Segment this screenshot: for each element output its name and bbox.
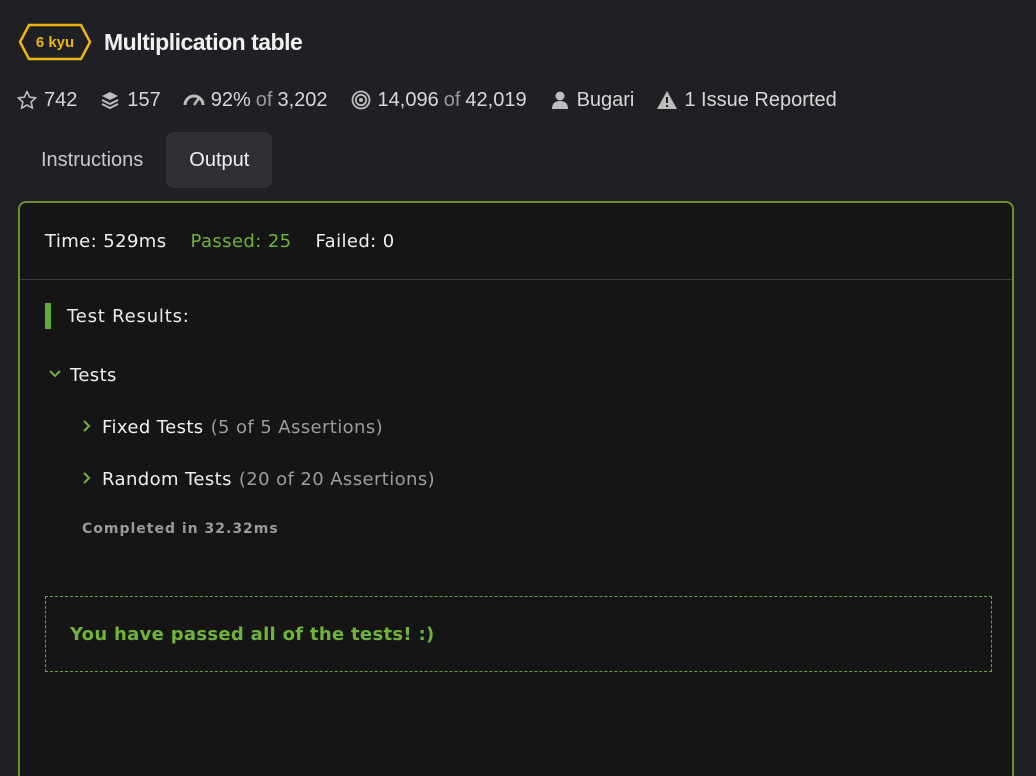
kata-title: Multiplication table [104, 28, 303, 55]
passed-label: Passed: 25 [190, 230, 292, 252]
satisfaction-stat: 92% of 3,202 [183, 89, 328, 112]
collections-count: 157 [127, 88, 161, 111]
warning-icon [656, 89, 678, 111]
collections-icon [99, 89, 121, 111]
pass-message-box: You have passed all of the tests! :) [45, 596, 992, 672]
target-icon [350, 89, 372, 111]
fixed-tests-count: (5 of 5 Assertions) [210, 417, 384, 438]
test-results-label: Test Results: [67, 305, 190, 327]
satisfaction-of: of [255, 88, 273, 111]
tab-instructions[interactable]: Instructions [18, 132, 166, 188]
random-tests-count: (20 of 20 Assertions) [238, 469, 436, 490]
completions-stat: 14,096 of 42,019 [350, 89, 527, 112]
satisfaction-pct: 92% [210, 88, 251, 111]
stars-stat[interactable]: 742 [16, 89, 77, 112]
tab-bar: Instructions Output [18, 132, 273, 188]
stats-row: 742 157 92% of 3,202 14,096 of 42,019 Bu… [16, 84, 859, 116]
issues-stat[interactable]: 1 Issue Reported [656, 88, 837, 112]
failed-label: Failed: 0 [315, 230, 395, 252]
completions-of: of [443, 88, 461, 111]
results-accent-bar [45, 303, 51, 329]
time-label: Time: 529ms [45, 230, 167, 252]
fixed-tests-item[interactable]: Fixed Tests (5 of 5 Assertions) [80, 417, 383, 438]
author-name: Bugari [576, 88, 635, 111]
kyu-badge: 6 kyu [18, 23, 92, 61]
completed-time: Completed in 32.32ms [82, 521, 279, 537]
title-row: 6 kyu Multiplication table [18, 22, 303, 62]
kyu-label: 6 kyu [35, 33, 75, 51]
author-stat[interactable]: Bugari [549, 88, 635, 112]
tests-group-label: Tests [70, 365, 117, 386]
star-icon [16, 89, 38, 111]
satisfaction-total: 3,202 [277, 88, 328, 111]
kata-page: 6 kyu Multiplication table 742 157 92% o… [0, 0, 1036, 776]
stars-count: 742 [44, 88, 78, 111]
tab-output[interactable]: Output [166, 132, 273, 188]
collections-stat[interactable]: 157 [99, 88, 161, 112]
random-tests-label: Random Tests [102, 469, 232, 490]
random-tests-item[interactable]: Random Tests (20 of 20 Assertions) [80, 469, 435, 490]
attempts-count: 42,019 [465, 88, 527, 111]
results-summary: Time: 529ms Passed: 25 Failed: 0 [20, 203, 1012, 280]
output-panel: Time: 529ms Passed: 25 Failed: 0 Test Re… [18, 201, 1014, 776]
satisfaction-icon [183, 89, 205, 111]
tests-group[interactable]: Tests [48, 365, 117, 386]
user-icon [549, 89, 571, 111]
chevron-right-icon [80, 419, 96, 433]
test-results-heading: Test Results: [45, 303, 190, 329]
chevron-down-icon [48, 367, 64, 381]
pass-message: You have passed all of the tests! :) [70, 623, 435, 645]
fixed-tests-label: Fixed Tests [102, 417, 204, 438]
completions-count: 14,096 [377, 88, 439, 111]
issues-label: 1 Issue Reported [684, 88, 837, 111]
chevron-right-icon [80, 471, 96, 485]
